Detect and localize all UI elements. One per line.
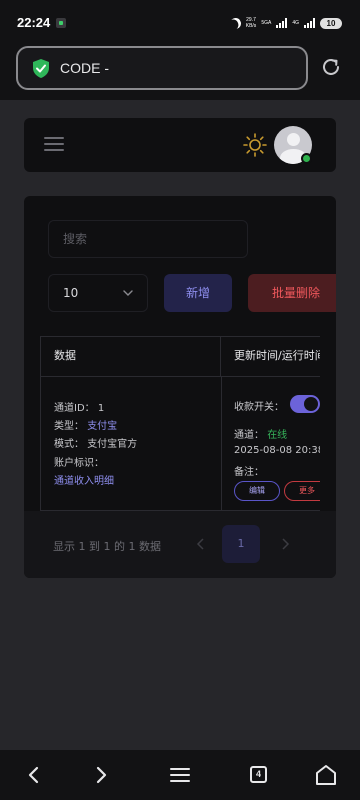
page-number-current[interactable]: 1 xyxy=(222,525,260,563)
search-input[interactable] xyxy=(48,220,248,258)
browser-toolbar: CODE - xyxy=(0,36,360,100)
page-content: 10 新增 批量删除 数据 更新时间/运行时间 通道ID： 1 类型： 支付宝 … xyxy=(0,100,360,750)
account-label: 账户标识： xyxy=(54,458,104,469)
channel-table: 数据 更新时间/运行时间 通道ID： 1 类型： 支付宝 模式： 支付宝官方 账… xyxy=(40,336,320,511)
browser-bottom-nav: 4 xyxy=(0,750,360,800)
updated-time: 2025-08-08 20:38 xyxy=(234,445,320,456)
top-navbar xyxy=(24,118,336,172)
url-text: CODE - xyxy=(60,60,109,76)
menu-lines-icon[interactable] xyxy=(168,763,192,787)
channel-status: 在线 xyxy=(267,430,288,441)
network-type-right: 4G xyxy=(292,20,299,26)
do-not-disturb-icon xyxy=(228,15,243,30)
network-speed-unit: KB/s xyxy=(245,23,257,29)
collect-switch-label: 收款开关： xyxy=(234,402,284,413)
column-header-data: 数据 xyxy=(41,337,221,377)
battery-icon: 10 xyxy=(320,17,342,29)
theme-toggle-icon[interactable] xyxy=(242,132,268,158)
channel-list-card: 10 新增 批量删除 数据 更新时间/运行时间 通道ID： 1 类型： 支付宝 … xyxy=(24,196,336,578)
pagination-info: 显示 1 到 1 的 1 数据 xyxy=(53,540,161,553)
page-size-value: 10 xyxy=(63,286,79,300)
chevron-right-icon xyxy=(282,538,290,550)
collect-switch-toggle[interactable] xyxy=(290,395,320,413)
bulk-delete-button[interactable]: 批量删除 xyxy=(248,274,336,312)
income-detail-link[interactable]: 通道收入明细 xyxy=(54,472,114,487)
column-header-updated: 更新时间/运行时间 xyxy=(234,349,320,362)
tabs-icon[interactable]: 4 xyxy=(250,766,267,783)
channel-id-label: 通道ID： xyxy=(54,403,95,414)
forward-icon[interactable] xyxy=(89,763,113,787)
more-button[interactable]: 更多 xyxy=(284,481,320,501)
address-bar[interactable]: CODE - xyxy=(16,46,308,90)
menu-icon[interactable] xyxy=(44,135,66,153)
type-label: 类型： xyxy=(54,421,84,432)
add-button[interactable]: 新增 xyxy=(164,274,232,312)
next-page-button[interactable] xyxy=(266,525,304,563)
remark-label: 备注： xyxy=(234,467,264,478)
mode-value: 支付宝官方 xyxy=(87,439,138,450)
notification-icon xyxy=(56,18,66,28)
status-icons: 29.7 KB/s 5GA 4G 10 xyxy=(230,16,342,30)
pagination-bar: 显示 1 到 1 的 1 数据 1 xyxy=(24,511,336,578)
channel-id-value: 1 xyxy=(97,403,105,414)
mode-line: 模式： 支付宝官方 xyxy=(54,435,137,450)
chevron-left-icon xyxy=(196,538,204,550)
network-type-left: 5GA xyxy=(261,20,272,26)
network-speed: 29.7 KB/s xyxy=(246,17,257,29)
edit-button[interactable]: 编辑 xyxy=(234,481,280,501)
back-icon[interactable] xyxy=(22,763,46,787)
mode-label: 模式： xyxy=(54,439,84,450)
signal-icon-2 xyxy=(304,18,315,28)
prev-page-button[interactable] xyxy=(182,525,220,563)
type-line: 类型： 支付宝 xyxy=(54,417,117,432)
reload-icon[interactable] xyxy=(320,56,342,78)
type-value: 支付宝 xyxy=(87,421,118,432)
status-bar: 22:24 29.7 KB/s 5GA 4G 10 xyxy=(0,0,360,36)
channel-status-line: 通道： 在线 xyxy=(234,426,287,441)
page-size-select[interactable]: 10 xyxy=(48,274,148,312)
home-icon[interactable] xyxy=(314,763,338,787)
chevron-down-icon xyxy=(123,290,133,296)
channel-id-line: 通道ID： 1 xyxy=(54,399,104,414)
online-status-dot xyxy=(301,153,312,164)
signal-icon xyxy=(276,18,288,28)
shield-check-icon xyxy=(33,59,49,78)
channel-label: 通道： xyxy=(234,430,264,441)
status-time: 22:24 xyxy=(17,15,51,30)
